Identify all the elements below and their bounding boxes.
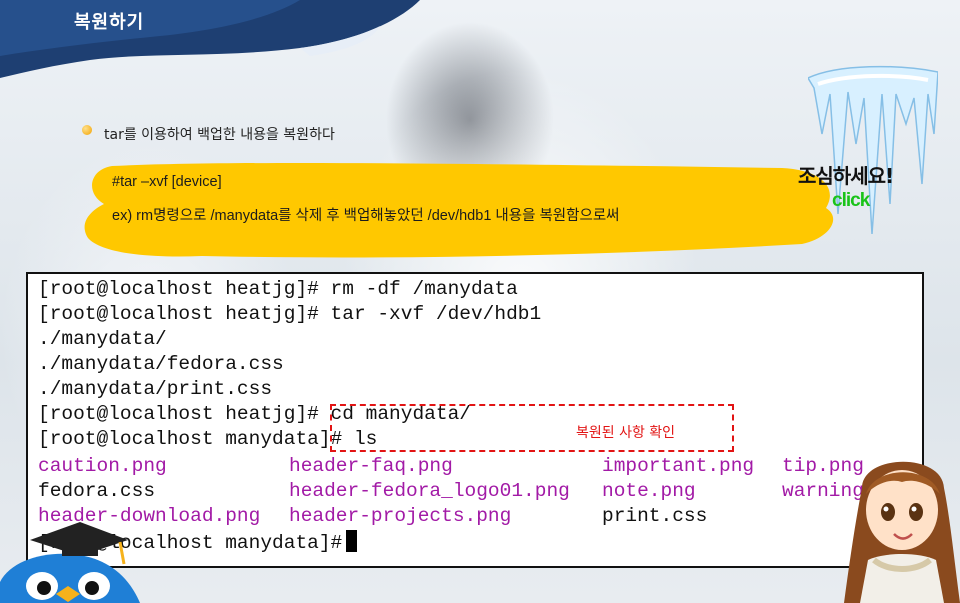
click-link[interactable]: click bbox=[832, 190, 870, 212]
terminal-line: [root@localhost manydata]# ls bbox=[38, 428, 378, 450]
example-text: ex) rm명령으로 /manydata를 삭제 후 백업해놓았던 /dev/h… bbox=[112, 208, 620, 224]
text-cursor bbox=[346, 530, 358, 552]
page-title: 복원하기 bbox=[74, 12, 145, 33]
terminal-line: [root@localhost heatjg]# rm -df /manydat… bbox=[38, 278, 518, 300]
file-entry: header-fedora_logo01.png bbox=[289, 480, 570, 502]
file-entry: fedora.css bbox=[38, 480, 156, 502]
terminal-line: ./manydata/ bbox=[38, 328, 167, 350]
penguin-mascot-illustration bbox=[0, 522, 140, 603]
section-heading: tar를 이용하여 백업한 내용을 복원하다 bbox=[104, 127, 335, 143]
terminal-line: ./manydata/fedora.css bbox=[38, 353, 284, 375]
girl-character-illustration bbox=[844, 461, 960, 603]
bullet-icon bbox=[82, 125, 92, 135]
caution-label: 조심하세요! bbox=[798, 164, 894, 188]
file-entry: header-projects.png bbox=[289, 505, 512, 527]
file-entry: caution.png bbox=[38, 455, 167, 477]
highlight-label: 복원된 사항 확인 bbox=[576, 425, 676, 441]
file-entry: important.png bbox=[602, 455, 755, 477]
terminal-line: ./manydata/print.css bbox=[38, 378, 273, 400]
file-entry: print.css bbox=[602, 505, 708, 527]
terminal-window: [root@localhost heatjg]# rm -df /manydat… bbox=[26, 272, 924, 568]
file-entry: note.png bbox=[602, 480, 696, 502]
file-entry: header-faq.png bbox=[289, 455, 453, 477]
terminal-line: [root@localhost heatjg]# tar -xvf /dev/h… bbox=[38, 303, 542, 325]
command-syntax: #tar –xvf [device] bbox=[112, 174, 222, 190]
